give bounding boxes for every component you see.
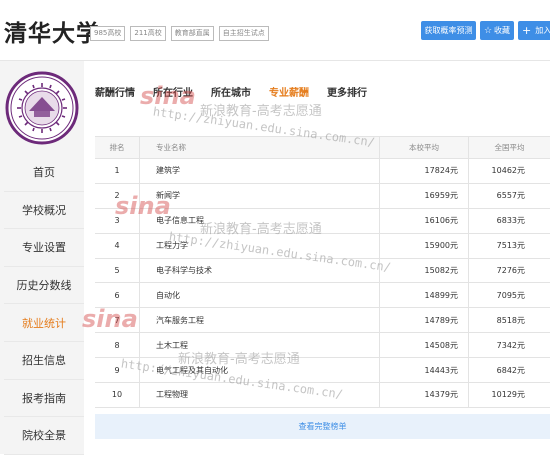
sidebar-item-score-history[interactable]: 历史分数线 <box>4 266 84 305</box>
sidebar-item-home[interactable]: 首页 <box>4 154 84 192</box>
cell-rank: 5 <box>95 258 140 283</box>
table-row: 3 电子信息工程 16106元 6833元 <box>95 208 550 234</box>
table-row: 10 工程物理 14379元 10129元 <box>95 383 550 408</box>
tag-self-enrollment: 自主招生试点 <box>218 26 269 41</box>
table-row: 6 自动化 14899元 7095元 <box>95 283 550 309</box>
cell-school-avg: 14508元 <box>380 333 469 358</box>
cell-rank: 7 <box>95 308 140 333</box>
major-salary-table: 排名 专业名称 本校平均 全国平均 1 建筑学 17824元 10462元 2 … <box>95 136 550 408</box>
cell-rank: 2 <box>95 183 140 208</box>
cell-major: 汽车服务工程 <box>140 308 380 333</box>
cell-national-avg: 8518元 <box>496 315 525 325</box>
table-row: 1 建筑学 17824元 10462元 <box>95 159 550 184</box>
cell-school-avg: 14899元 <box>380 283 469 308</box>
table-row: 9 电气工程及其自动化 14443元 6842元 <box>95 358 550 384</box>
cell-national-avg: 7342元 <box>496 340 525 350</box>
cell-national-avg: 6833元 <box>496 216 525 226</box>
cell-school-avg: 15900元 <box>380 233 469 258</box>
cell-school-avg: 15082元 <box>380 258 469 283</box>
table-row: 7 汽车服务工程 14789元 8518元 <box>95 308 550 334</box>
school-logo <box>4 65 80 151</box>
table-header: 排名 专业名称 本校平均 全国平均 <box>95 137 550 159</box>
cell-school-avg: 16106元 <box>380 208 469 233</box>
join-label: 加入 <box>535 26 550 35</box>
cell-major: 自动化 <box>140 283 380 308</box>
cell-school-avg: 16959元 <box>380 183 469 208</box>
cell-school-avg: 14443元 <box>380 358 469 383</box>
sidebar-item-admission[interactable]: 招生信息 <box>4 341 84 380</box>
cell-school-avg: 17824元 <box>380 159 469 183</box>
sidebar-nav: 首页 学校概况 专业设置 历史分数线 就业统计 招生信息 报考指南 院校全景 <box>4 154 84 455</box>
sidebar-item-employment[interactable]: 就业统计 <box>4 304 84 342</box>
header-rank: 排名 <box>95 137 140 158</box>
cell-national-avg: 6557元 <box>496 191 525 201</box>
tab-salary-trend[interactable]: 薪酬行情 <box>95 84 135 99</box>
cell-major: 土木工程 <box>140 333 380 358</box>
watermark-text: 新浪教育-高考志愿通 <box>200 104 322 119</box>
tab-more-rankings[interactable]: 更多排行 <box>327 84 367 99</box>
cell-major: 新闻学 <box>140 183 380 208</box>
school-header: 清华大学 985高校 211高校 教育部直属 自主招生试点 获取概率预测 ☆ 收… <box>0 0 550 60</box>
sidebar-item-overview[interactable]: 学校概况 <box>4 191 84 230</box>
cell-major: 工程力学 <box>140 233 380 258</box>
cell-rank: 3 <box>95 208 140 233</box>
header-school-avg: 本校平均 <box>380 137 469 158</box>
table-row: 8 土木工程 14508元 7342元 <box>95 333 550 359</box>
tag-985: 985高校 <box>90 26 126 41</box>
tag-ministry: 教育部直属 <box>170 26 214 41</box>
school-tags: 985高校 211高校 教育部直属 自主招生试点 <box>90 26 269 41</box>
cell-national-avg: 7276元 <box>496 266 525 275</box>
tag-211: 211高校 <box>130 26 166 41</box>
header-national-avg: 全国平均 <box>494 143 525 152</box>
star-icon: ☆ <box>483 25 493 36</box>
cell-rank: 9 <box>95 358 140 383</box>
table-row: 4 工程力学 15900元 7513元 <box>95 233 550 259</box>
cell-major: 工程物理 <box>140 383 380 407</box>
cell-school-avg: 14379元 <box>380 383 469 407</box>
tab-city[interactable]: 所在城市 <box>211 84 251 99</box>
collect-button[interactable]: ☆ 收藏 <box>480 21 514 40</box>
plus-icon: + <box>522 24 532 37</box>
tsinghua-seal-icon <box>5 71 79 145</box>
cell-major: 电子科学与技术 <box>140 258 380 283</box>
cell-rank: 1 <box>95 159 140 183</box>
tab-industry[interactable]: 所在行业 <box>153 84 193 99</box>
cell-school-avg: 14789元 <box>380 308 469 333</box>
cell-national-avg: 7095元 <box>496 290 525 300</box>
probability-prediction-label: 获取概率预测 <box>424 26 473 35</box>
cell-major: 建筑学 <box>140 159 380 183</box>
probability-prediction-button[interactable]: 获取概率预测 <box>421 21 476 40</box>
cell-rank: 10 <box>95 383 140 407</box>
cell-rank: 4 <box>95 233 140 258</box>
tab-major-salary[interactable]: 专业薪酬 <box>269 84 309 99</box>
cell-rank: 6 <box>95 283 140 308</box>
salary-tabs: 薪酬行情 所在行业 所在城市 专业薪酬 更多排行 <box>95 84 385 99</box>
sidebar-item-majors[interactable]: 专业设置 <box>4 229 84 267</box>
collect-label: 收藏 <box>494 26 511 35</box>
join-button[interactable]: + 加入 <box>518 21 550 40</box>
cell-national-avg: 6842元 <box>496 365 525 375</box>
school-name: 清华大学 <box>4 21 100 47</box>
cell-national-avg: 10129元 <box>491 390 525 400</box>
cell-rank: 8 <box>95 333 140 358</box>
sidebar-item-guide[interactable]: 报考指南 <box>4 379 84 418</box>
header-major: 专业名称 <box>140 137 380 158</box>
cell-national-avg: 7513元 <box>496 241 525 251</box>
cell-national-avg: 10462元 <box>491 166 525 176</box>
sidebar-item-panorama[interactable]: 院校全景 <box>4 417 84 455</box>
table-row: 5 电子科学与技术 15082元 7276元 <box>95 258 550 284</box>
view-full-ranking-link[interactable]: 查看完整榜单 <box>95 414 550 439</box>
cell-major: 电子信息工程 <box>140 208 380 233</box>
sidebar: 首页 学校概况 专业设置 历史分数线 就业统计 招生信息 报考指南 院校全景 <box>0 61 84 455</box>
cell-major: 电气工程及其自动化 <box>140 358 380 383</box>
table-row: 2 新闻学 16959元 6557元 <box>95 183 550 209</box>
